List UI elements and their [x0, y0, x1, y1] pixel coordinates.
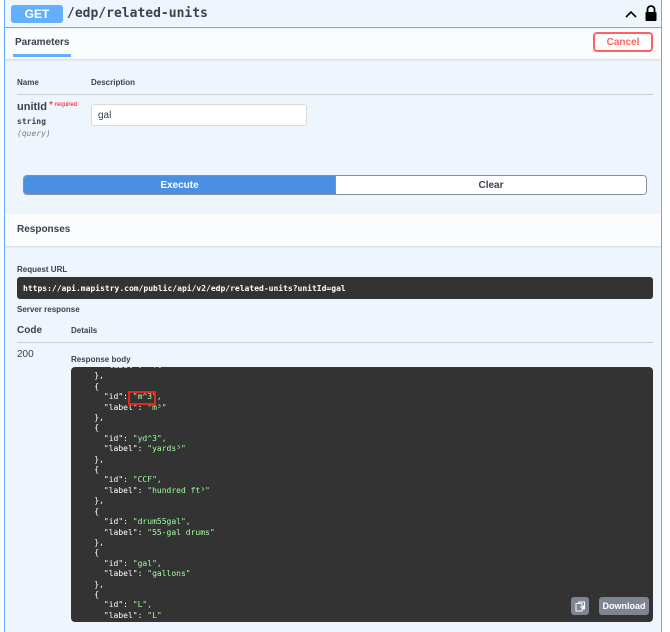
server-response-label: Server response: [17, 305, 80, 314]
code-line: "id": "drum55gal",: [75, 517, 191, 527]
operation-summary[interactable]: GET /edp/related-units: [5, 0, 661, 28]
code-line: {: [75, 465, 100, 475]
chevron-up-icon[interactable]: [623, 6, 639, 22]
unit-id-input[interactable]: gal: [91, 104, 307, 126]
code-line: },: [75, 496, 104, 506]
request-url: https://api.mapistry.com/public/api/v2/e…: [17, 277, 653, 299]
highlight-annotation: [128, 391, 156, 405]
active-tab-indicator: [13, 54, 71, 57]
code-line: "label": "L": [75, 610, 162, 620]
code-line: {: [75, 548, 100, 558]
code-line: {: [75, 506, 100, 516]
code-line: },: [75, 537, 104, 547]
method-badge: GET: [11, 5, 63, 23]
code-line: "id": "CCF",: [75, 475, 162, 485]
status-code: 200: [17, 349, 34, 360]
code-line: "label": "55-gal drums": [75, 527, 215, 537]
execute-button[interactable]: Execute: [24, 176, 335, 194]
code-line: {: [75, 589, 100, 599]
code-line: "id": "yd^3",: [75, 433, 167, 443]
execute-button-group: Execute Clear: [23, 175, 647, 195]
required-marker: *: [49, 100, 53, 111]
code-line: },: [75, 454, 104, 464]
copy-icon: [575, 601, 585, 611]
code-line: "id": "gal",: [75, 558, 162, 568]
parameter-type: string: [17, 117, 46, 126]
responses-title: Responses: [17, 224, 71, 235]
parameters-header: Parameters Cancel: [5, 29, 661, 59]
column-header-code: Code: [17, 325, 42, 336]
parameter-location: (query): [17, 129, 51, 138]
response-body-code: "label": "ft" }, { "id": "m^3", "label":…: [75, 367, 215, 621]
response-body-label: Response body: [71, 355, 131, 364]
response-body[interactable]: "label": "ft" }, { "id": "m^3", "label":…: [71, 367, 653, 622]
copy-button[interactable]: [571, 597, 589, 615]
divider: [17, 342, 653, 343]
code-line: "label": "yards³": [75, 444, 186, 454]
code-line: "label": "hundred ft³": [75, 485, 210, 495]
code-line: },: [75, 579, 104, 589]
clear-button[interactable]: Clear: [335, 176, 646, 194]
column-header-details: Details: [71, 326, 98, 335]
code-line: {: [75, 423, 100, 433]
lock-icon[interactable]: [643, 4, 659, 22]
code-line: },: [75, 371, 104, 381]
code-line: "id": "L",: [75, 600, 153, 610]
responses-header: Responses: [5, 214, 661, 246]
code-line: "label": "gallons": [75, 569, 191, 579]
code-line: },: [75, 413, 104, 423]
operation-path: /edp/related-units: [67, 6, 208, 21]
download-button[interactable]: Download: [599, 597, 649, 615]
required-label: required: [55, 102, 78, 108]
request-url-label: Request URL: [17, 265, 68, 274]
operation-block: GET /edp/related-units Parameters Cancel…: [4, 0, 662, 632]
cancel-button[interactable]: Cancel: [593, 32, 653, 52]
column-header-name: Name: [17, 78, 39, 87]
column-header-description: Description: [91, 78, 136, 87]
divider: [17, 94, 653, 95]
parameter-name: unitId: [17, 101, 47, 113]
tab-parameters[interactable]: Parameters: [15, 37, 69, 48]
